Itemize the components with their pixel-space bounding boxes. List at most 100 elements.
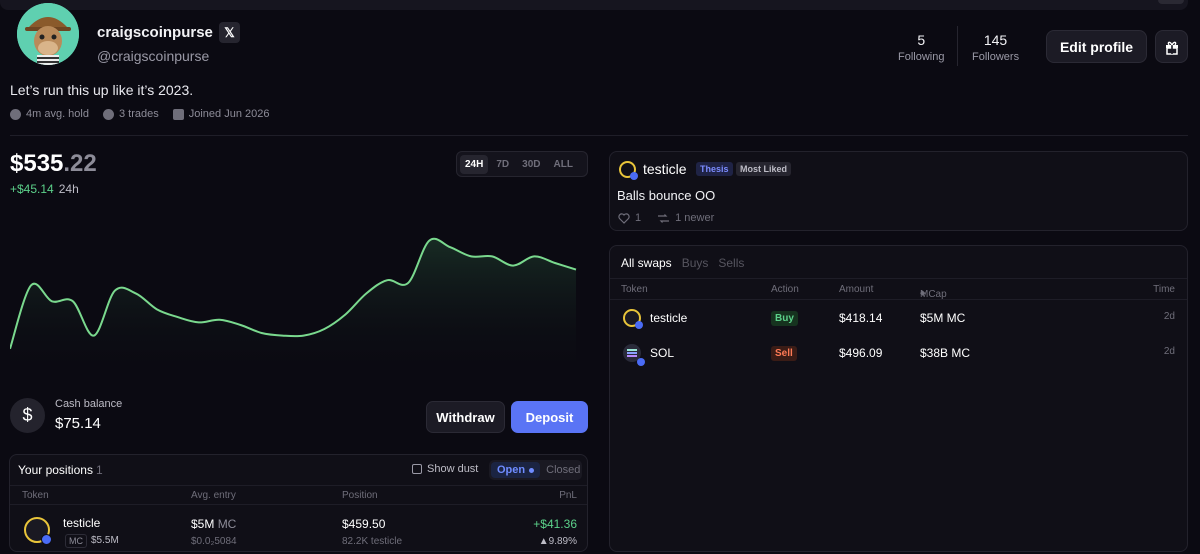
swap-time: 2d bbox=[1163, 346, 1175, 357]
positions-table-header: Token Avg. entry Position PnL bbox=[10, 485, 587, 505]
most-liked-tag: Most Liked bbox=[736, 162, 792, 176]
testicle-token-icon bbox=[619, 161, 638, 180]
range-30d[interactable]: 30D bbox=[517, 155, 545, 174]
clock-icon bbox=[10, 108, 21, 120]
verified-icon bbox=[41, 534, 52, 545]
chart-area-fill bbox=[10, 238, 576, 380]
newer-button[interactable]: 1 newer bbox=[657, 212, 714, 224]
col-time: Time bbox=[1153, 284, 1175, 295]
testicle-token-icon bbox=[623, 309, 643, 329]
thesis-tag: Thesis bbox=[696, 162, 733, 176]
heart-icon bbox=[618, 212, 630, 224]
swap-token-name: SOL bbox=[650, 346, 675, 360]
col-token: Token bbox=[621, 284, 648, 295]
followers-stat[interactable]: 145 Followers bbox=[972, 32, 1019, 63]
following-stat[interactable]: 5 Following bbox=[898, 32, 944, 63]
avg-entry-price: $0.0₂5084 bbox=[191, 536, 237, 547]
swap-mcap: $5M MC bbox=[920, 311, 966, 325]
position-amount: 82.2K testicle bbox=[342, 536, 403, 547]
swap-token-name: testicle bbox=[650, 311, 688, 325]
withdraw-button[interactable]: Withdraw bbox=[426, 401, 505, 433]
top-bar bbox=[0, 0, 1188, 10]
following-label: Following bbox=[898, 51, 945, 63]
position-value: $459.50 bbox=[342, 517, 386, 531]
meta-joined: Joined Jun 2026 bbox=[172, 108, 269, 120]
range-selector: 24H 7D 30D ALL bbox=[456, 151, 588, 177]
profile-handle: @craigscoinpurse bbox=[97, 48, 210, 64]
profile-meta: 4m avg. hold 3 trades Joined Jun 2026 bbox=[10, 108, 269, 120]
profile-username: craigscoinpurse bbox=[97, 24, 213, 41]
range-24h[interactable]: 24H bbox=[460, 154, 489, 174]
cash-balance-label: Cash balance bbox=[55, 398, 123, 410]
swap-amount: $496.09 bbox=[839, 346, 883, 360]
swap-amount: $418.14 bbox=[839, 311, 883, 325]
portfolio-change: +$45.14 24h bbox=[10, 182, 79, 196]
positions-panel: Your positions 1 Show dust Open Closed To… bbox=[9, 454, 588, 552]
avg-entry-value: $5M MC bbox=[191, 517, 237, 531]
show-dust-toggle[interactable]: Show dust bbox=[412, 463, 478, 475]
calendar-icon bbox=[172, 108, 184, 120]
testicle-token-icon bbox=[24, 517, 52, 545]
table-row[interactable]: SOL Sell $496.09 $38B MC 2d bbox=[610, 338, 1187, 370]
col-action: Action bbox=[771, 284, 799, 295]
deposit-button[interactable]: Deposit bbox=[511, 401, 588, 433]
profile-bio: Let’s run this up like it’s 2023. bbox=[10, 82, 194, 98]
mc-tag: MC bbox=[65, 534, 87, 548]
edit-profile-button[interactable]: Edit profile bbox=[1046, 30, 1147, 63]
followers-count: 145 bbox=[983, 32, 1008, 48]
repost-icon bbox=[658, 213, 670, 223]
x-link-icon[interactable]: 𝕏 bbox=[219, 22, 240, 43]
cash-balance-value: $75.14 bbox=[55, 415, 101, 432]
portfolio-chart[interactable] bbox=[10, 200, 588, 380]
verified-icon bbox=[630, 172, 638, 180]
thesis-text: Balls bounce OO bbox=[617, 188, 716, 203]
mc-value: $5.5M bbox=[91, 535, 119, 546]
checkbox-icon[interactable] bbox=[412, 464, 422, 474]
verified-icon bbox=[635, 321, 643, 329]
thesis-footer: 1 1 newer bbox=[618, 212, 714, 224]
tab-all-swaps[interactable]: All swaps bbox=[621, 256, 672, 270]
swaps-panel: All swaps Buys Sells Token Action Amount… bbox=[609, 245, 1188, 552]
col-position: Position bbox=[342, 490, 378, 501]
range-7d[interactable]: 7D bbox=[491, 155, 514, 174]
swap-action-badge: Sell bbox=[771, 346, 797, 361]
followers-label: Followers bbox=[972, 51, 1020, 63]
avatar bbox=[17, 3, 79, 65]
swaps-tabs: All swaps Buys Sells bbox=[621, 256, 744, 270]
trades-icon bbox=[102, 108, 114, 120]
thesis-card[interactable]: testicle Thesis Most Liked Balls bounce … bbox=[609, 151, 1188, 231]
gift-icon bbox=[1165, 41, 1178, 55]
tab-open[interactable]: Open bbox=[491, 462, 541, 478]
col-avg-entry: Avg. entry bbox=[191, 490, 236, 501]
header-divider bbox=[10, 135, 1188, 136]
gift-button[interactable] bbox=[1155, 30, 1188, 63]
swap-mcap: $38B MC bbox=[920, 346, 971, 360]
tab-closed[interactable]: Closed bbox=[540, 462, 586, 478]
open-dot-icon bbox=[529, 467, 535, 473]
table-row[interactable]: testicle Buy $418.14 $5M MC 2d bbox=[610, 303, 1187, 335]
position-token-name: testicle bbox=[63, 516, 101, 530]
meta-avg-hold: 4m avg. hold bbox=[10, 108, 89, 120]
col-amount: Amount bbox=[839, 284, 874, 295]
pnl-value: +$41.36 bbox=[533, 517, 577, 531]
table-row[interactable]: testicle MC $5.5M $5M MC $0.0₂5084 $459.… bbox=[10, 507, 587, 551]
swaps-table-header: Token Action Amount MCap ◆ Time bbox=[610, 278, 1187, 300]
positions-title: Your positions 1 bbox=[18, 463, 103, 477]
thesis-token-name: testicle bbox=[643, 161, 687, 177]
swap-time: 2d bbox=[1163, 311, 1175, 322]
tab-buys[interactable]: Buys bbox=[682, 256, 709, 270]
pnl-percent: ▲9.89% bbox=[538, 536, 577, 547]
portfolio-balance: $535.22 bbox=[10, 150, 97, 177]
sort-icon: ◆ bbox=[920, 290, 926, 297]
cash-dollar-icon: $ bbox=[10, 398, 45, 433]
like-button[interactable]: 1 bbox=[618, 212, 641, 224]
swap-action-badge: Buy bbox=[771, 311, 798, 326]
top-bar-control[interactable] bbox=[1158, 0, 1184, 4]
open-closed-toggle: Open Closed bbox=[489, 460, 582, 480]
col-token: Token bbox=[22, 490, 49, 501]
tab-sells[interactable]: Sells bbox=[718, 256, 744, 270]
meta-trades: 3 trades bbox=[102, 108, 159, 120]
verified-icon bbox=[637, 358, 645, 366]
range-all[interactable]: ALL bbox=[549, 155, 578, 174]
sol-token-icon bbox=[623, 344, 645, 366]
